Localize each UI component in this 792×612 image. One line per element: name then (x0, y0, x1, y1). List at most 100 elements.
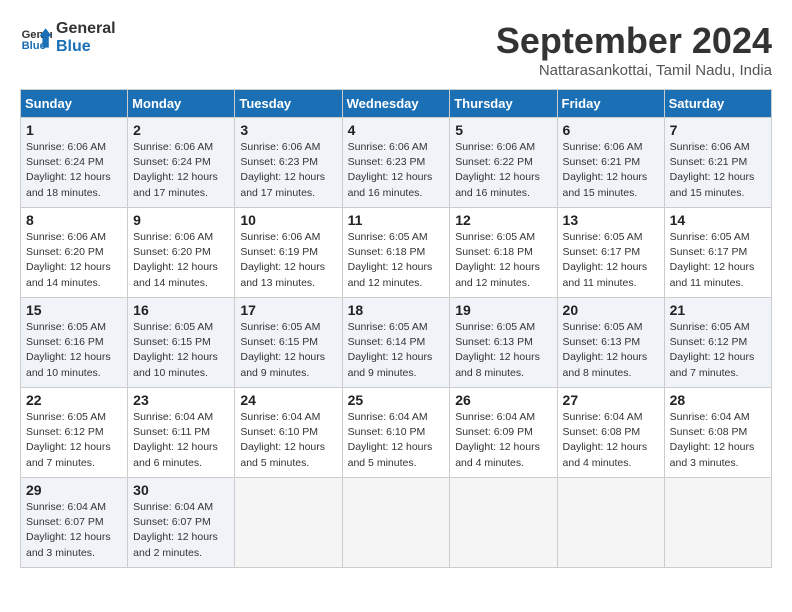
col-header-wednesday: Wednesday (342, 90, 450, 118)
day-info: Sunrise: 6:05 AMSunset: 6:17 PMDaylight:… (563, 230, 660, 291)
calendar-cell: 13Sunrise: 6:05 AMSunset: 6:17 PMDayligh… (557, 208, 664, 298)
day-number: 12 (455, 212, 552, 228)
day-number: 15 (26, 302, 123, 318)
calendar-cell: 27Sunrise: 6:04 AMSunset: 6:08 PMDayligh… (557, 388, 664, 478)
calendar-cell: 16 Sunrise: 6:05 AMSunset: 6:15 PMDayligh… (128, 298, 235, 388)
calendar-cell: 3 Sunrise: 6:06 AMSunset: 6:23 PMDaylight… (235, 118, 342, 208)
logo: General Blue General Blue (20, 20, 116, 55)
calendar-cell (235, 478, 342, 568)
day-info: Sunrise: 6:06 AMSunset: 6:22 PMDaylight:… (455, 140, 552, 201)
day-number: 9 (133, 212, 230, 228)
day-number: 30 (133, 482, 230, 498)
day-info: Sunrise: 6:05 AMSunset: 6:12 PMDaylight:… (26, 410, 123, 471)
calendar-week-row: 1 Sunrise: 6:06 AMSunset: 6:24 PMDaylight… (21, 118, 772, 208)
col-header-sunday: Sunday (21, 90, 128, 118)
calendar-cell: 10 Sunrise: 6:06 AMSunset: 6:19 PMDayligh… (235, 208, 342, 298)
day-info: Sunrise: 6:05 AMSunset: 6:17 PMDaylight:… (670, 230, 767, 291)
day-number: 4 (348, 122, 446, 138)
calendar-cell: 17Sunrise: 6:05 AMSunset: 6:15 PMDayligh… (235, 298, 342, 388)
month-title: September 2024 (496, 20, 772, 62)
col-header-monday: Monday (128, 90, 235, 118)
day-info: Sunrise: 6:05 AMSunset: 6:12 PMDaylight:… (670, 320, 767, 381)
day-number: 16 (133, 302, 230, 318)
day-number: 6 (563, 122, 660, 138)
calendar-cell (557, 478, 664, 568)
day-info: Sunrise: 6:06 AMSunset: 6:20 PMDaylight:… (133, 230, 230, 291)
logo-text-line1: General (56, 20, 116, 38)
day-info: Sunrise: 6:06 AMSunset: 6:20 PMDaylight:… (26, 230, 123, 291)
calendar-table: SundayMondayTuesdayWednesdayThursdayFrid… (20, 89, 772, 568)
day-number: 28 (670, 392, 767, 408)
day-info: Sunrise: 6:06 AMSunset: 6:23 PMDaylight:… (348, 140, 446, 201)
day-info: Sunrise: 6:05 AMSunset: 6:18 PMDaylight:… (348, 230, 446, 291)
calendar-cell: 21Sunrise: 6:05 AMSunset: 6:12 PMDayligh… (664, 298, 771, 388)
day-info: Sunrise: 6:06 AMSunset: 6:24 PMDaylight:… (26, 140, 123, 201)
calendar-cell: 9 Sunrise: 6:06 AMSunset: 6:20 PMDaylight… (128, 208, 235, 298)
calendar-cell: 11 Sunrise: 6:05 AMSunset: 6:18 PMDayligh… (342, 208, 450, 298)
day-info: Sunrise: 6:06 AMSunset: 6:21 PMDaylight:… (563, 140, 660, 201)
day-number: 27 (563, 392, 660, 408)
calendar-cell: 29 Sunrise: 6:04 AMSunset: 6:07 PMDayligh… (21, 478, 128, 568)
calendar-cell: 19 Sunrise: 6:05 AMSunset: 6:13 PMDayligh… (450, 298, 557, 388)
calendar-week-row: 15 Sunrise: 6:05 AMSunset: 6:16 PMDayligh… (21, 298, 772, 388)
day-info: Sunrise: 6:05 AMSunset: 6:16 PMDaylight:… (26, 320, 123, 381)
day-number: 29 (26, 482, 123, 498)
calendar-cell: 8 Sunrise: 6:06 AMSunset: 6:20 PMDaylight… (21, 208, 128, 298)
calendar-cell: 12 Sunrise: 6:05 AMSunset: 6:18 PMDayligh… (450, 208, 557, 298)
day-info: Sunrise: 6:05 AMSunset: 6:15 PMDaylight:… (240, 320, 337, 381)
title-block: September 2024 Nattarasankottai, Tamil N… (496, 20, 772, 79)
day-info: Sunrise: 6:04 AMSunset: 6:08 PMDaylight:… (670, 410, 767, 471)
calendar-cell: 6 Sunrise: 6:06 AMSunset: 6:21 PMDaylight… (557, 118, 664, 208)
day-info: Sunrise: 6:05 AMSunset: 6:15 PMDaylight:… (133, 320, 230, 381)
logo-text-line2: Blue (56, 38, 116, 56)
day-info: Sunrise: 6:06 AMSunset: 6:24 PMDaylight:… (133, 140, 230, 201)
calendar-cell (664, 478, 771, 568)
day-info: Sunrise: 6:05 AMSunset: 6:18 PMDaylight:… (455, 230, 552, 291)
calendar-cell: 28 Sunrise: 6:04 AMSunset: 6:08 PMDayligh… (664, 388, 771, 478)
day-number: 3 (240, 122, 337, 138)
day-number: 18 (348, 302, 446, 318)
calendar-cell: 15 Sunrise: 6:05 AMSunset: 6:16 PMDayligh… (21, 298, 128, 388)
day-number: 1 (26, 122, 123, 138)
calendar-cell: 2 Sunrise: 6:06 AMSunset: 6:24 PMDaylight… (128, 118, 235, 208)
col-header-saturday: Saturday (664, 90, 771, 118)
calendar-cell: 7Sunrise: 6:06 AMSunset: 6:21 PMDaylight… (664, 118, 771, 208)
calendar-cell: 25Sunrise: 6:04 AMSunset: 6:10 PMDayligh… (342, 388, 450, 478)
calendar-cell: 23Sunrise: 6:04 AMSunset: 6:11 PMDayligh… (128, 388, 235, 478)
day-info: Sunrise: 6:04 AMSunset: 6:07 PMDaylight:… (133, 500, 230, 561)
day-info: Sunrise: 6:06 AMSunset: 6:19 PMDaylight:… (240, 230, 337, 291)
day-info: Sunrise: 6:05 AMSunset: 6:14 PMDaylight:… (348, 320, 446, 381)
calendar-cell: 22 Sunrise: 6:05 AMSunset: 6:12 PMDayligh… (21, 388, 128, 478)
col-header-tuesday: Tuesday (235, 90, 342, 118)
calendar-week-row: 29 Sunrise: 6:04 AMSunset: 6:07 PMDayligh… (21, 478, 772, 568)
day-number: 22 (26, 392, 123, 408)
day-info: Sunrise: 6:04 AMSunset: 6:07 PMDaylight:… (26, 500, 123, 561)
day-info: Sunrise: 6:06 AMSunset: 6:21 PMDaylight:… (670, 140, 767, 201)
calendar-week-row: 8 Sunrise: 6:06 AMSunset: 6:20 PMDaylight… (21, 208, 772, 298)
calendar-cell: 26Sunrise: 6:04 AMSunset: 6:09 PMDayligh… (450, 388, 557, 478)
logo-icon: General Blue (20, 22, 52, 54)
calendar-cell: 1 Sunrise: 6:06 AMSunset: 6:24 PMDaylight… (21, 118, 128, 208)
page-header: General Blue General Blue September 2024… (20, 20, 772, 79)
calendar-cell: 24Sunrise: 6:04 AMSunset: 6:10 PMDayligh… (235, 388, 342, 478)
day-number: 5 (455, 122, 552, 138)
day-info: Sunrise: 6:06 AMSunset: 6:23 PMDaylight:… (240, 140, 337, 201)
day-info: Sunrise: 6:05 AMSunset: 6:13 PMDaylight:… (563, 320, 660, 381)
calendar-cell: 14Sunrise: 6:05 AMSunset: 6:17 PMDayligh… (664, 208, 771, 298)
calendar-cell: 5 Sunrise: 6:06 AMSunset: 6:22 PMDaylight… (450, 118, 557, 208)
day-number: 8 (26, 212, 123, 228)
day-info: Sunrise: 6:05 AMSunset: 6:13 PMDaylight:… (455, 320, 552, 381)
calendar-cell (342, 478, 450, 568)
day-number: 11 (348, 212, 446, 228)
col-header-friday: Friday (557, 90, 664, 118)
day-number: 19 (455, 302, 552, 318)
col-header-thursday: Thursday (450, 90, 557, 118)
day-number: 2 (133, 122, 230, 138)
day-number: 20 (563, 302, 660, 318)
calendar-cell: 30 Sunrise: 6:04 AMSunset: 6:07 PMDayligh… (128, 478, 235, 568)
day-number: 10 (240, 212, 337, 228)
day-number: 23 (133, 392, 230, 408)
calendar-cell: 4 Sunrise: 6:06 AMSunset: 6:23 PMDaylight… (342, 118, 450, 208)
day-info: Sunrise: 6:04 AMSunset: 6:10 PMDaylight:… (348, 410, 446, 471)
calendar-week-row: 22 Sunrise: 6:05 AMSunset: 6:12 PMDayligh… (21, 388, 772, 478)
